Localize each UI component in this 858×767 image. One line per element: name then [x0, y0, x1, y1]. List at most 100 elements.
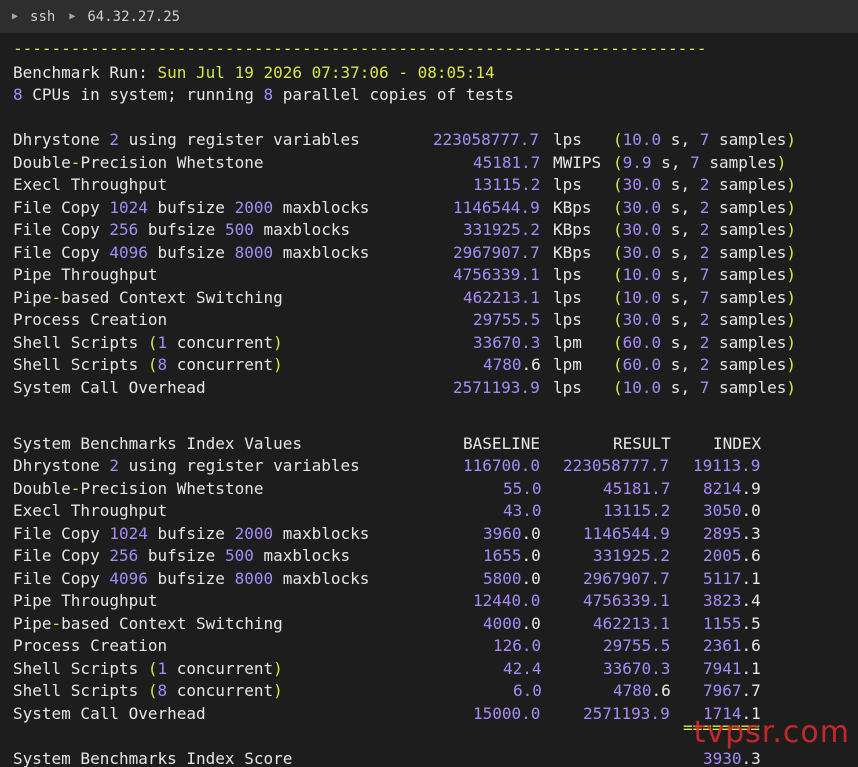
text-segment: 7967 — [703, 681, 742, 701]
text-segment: 2 — [699, 220, 710, 239]
text-segment: ( — [613, 197, 623, 217]
text-segment: 7 — [690, 152, 700, 172]
text-segment: ) — [273, 332, 283, 352]
text-segment: 13115.2 — [603, 501, 671, 521]
text-segment: 8 — [157, 355, 168, 374]
text-segment: concurrent — [167, 332, 274, 352]
index-result: 4756339.1 — [583, 590, 670, 612]
terminal-output[interactable]: ----------------------------------------… — [0, 33, 858, 767]
index-name: File Copy 256 bufsize 500 maxblocks — [13, 545, 350, 567]
text-segment: 462213.1 — [593, 613, 671, 633]
run-date: Sun Jul 19 2026 07:37:06 - 08:05:14 — [157, 63, 495, 82]
text-segment: 1155 — [703, 613, 742, 633]
index-baseline: 5800.0 — [483, 568, 541, 590]
test-name: File Copy 1024 bufsize 2000 maxblocks — [13, 197, 369, 219]
text-segment: samples — [709, 242, 787, 262]
text-segment: bufsize — [138, 546, 225, 566]
text-segment: 1024 — [109, 197, 148, 217]
text-segment: ( — [613, 220, 623, 239]
text-segment: 60.0 — [622, 355, 662, 374]
text-segment: MWIPS — [553, 152, 602, 172]
col-baseline: BASELINE — [463, 433, 541, 453]
text-segment: .0 — [521, 546, 541, 566]
index-value: 7967.7 — [703, 680, 761, 702]
text-segment: Shell Scripts — [13, 332, 148, 352]
index-name: Shell Scripts (8 concurrent) — [13, 680, 283, 702]
text-segment: samples — [709, 287, 787, 307]
text-segment: ) — [786, 355, 797, 374]
text-segment: 4756339.1 — [583, 591, 670, 611]
text-segment: maxblocks — [253, 220, 351, 239]
text-segment: 256 — [109, 220, 139, 239]
text-segment: 2 — [699, 197, 710, 217]
chevron-right-icon: ▶ — [69, 11, 76, 22]
text-segment: ) — [786, 220, 797, 239]
text-segment: .1 — [741, 658, 761, 678]
text-segment: Pipe Throughput — [13, 591, 158, 611]
text-segment: .5 — [741, 613, 761, 633]
text-segment: 1 — [157, 658, 168, 678]
test-value: 29755.5 — [473, 309, 540, 331]
text-segment: ) — [786, 242, 797, 262]
text-segment: 13115.2 — [473, 175, 541, 194]
index-value: 3050.0 — [703, 500, 761, 522]
text-segment: .4 — [741, 591, 761, 611]
test-name: Shell Scripts (1 concurrent) — [13, 332, 283, 354]
index-baseline: 43.0 — [503, 500, 542, 522]
text-segment: maxblocks — [253, 546, 351, 566]
text-segment: 2 — [699, 242, 710, 262]
text-segment: Precision Whetstone — [80, 152, 264, 172]
text-segment: Double — [13, 478, 71, 498]
text-segment: Pipe — [13, 287, 52, 307]
text-segment: 6.0 — [513, 681, 542, 701]
text-segment: 19113.9 — [693, 456, 761, 476]
text-segment: 126.0 — [493, 636, 542, 656]
text-segment: 223058777.7 — [433, 130, 539, 149]
index-name: Execl Throughput — [13, 500, 167, 522]
index-result: 13115.2 — [603, 500, 670, 522]
text-segment: lps — [553, 310, 582, 329]
breadcrumb-host[interactable]: 64.32.27.25 — [87, 9, 180, 25]
text-segment: 8 — [157, 681, 168, 701]
index-value: 2895.3 — [703, 523, 761, 545]
breadcrumb-ssh[interactable]: ssh — [30, 9, 55, 25]
text-segment: ( — [613, 355, 623, 374]
text-segment: s, — [661, 355, 700, 374]
text-segment: ) — [786, 377, 797, 397]
text-segment: 30.0 — [622, 197, 662, 217]
text-segment: samples — [709, 175, 787, 194]
text-segment: .7 — [741, 681, 761, 701]
test-value: 331925.2 — [463, 219, 540, 241]
test-unit: lps — [553, 377, 582, 399]
text-segment: samples — [699, 152, 777, 172]
text-segment: 3930 — [703, 748, 742, 767]
text-segment: KBps — [553, 220, 592, 239]
text-segment: samples — [709, 355, 787, 374]
text-segment: 30.0 — [622, 175, 662, 194]
index-result: 4780.6 — [613, 680, 671, 702]
test-params: (60.0 s, 2 samples) — [613, 332, 796, 354]
text-segment: ) — [273, 355, 283, 374]
index-result: 29755.5 — [603, 635, 670, 657]
text-segment: s, — [661, 265, 700, 284]
index-result: 45181.7 — [603, 478, 670, 500]
text-segment: 500 — [224, 220, 254, 239]
index-name: Dhrystone 2 using register variables — [13, 455, 360, 477]
text-segment: 3960 — [483, 523, 522, 543]
index-name: File Copy 1024 bufsize 2000 maxblocks — [13, 523, 369, 545]
text-segment: ) — [786, 332, 797, 352]
text-segment: 45181.7 — [473, 152, 541, 172]
test-params: (9.9 s, 7 samples) — [613, 152, 786, 174]
text-segment: ( — [613, 242, 623, 262]
index-baseline: 15000.0 — [473, 703, 540, 725]
text-segment: s, — [661, 197, 700, 217]
text-segment: 331925.2 — [593, 546, 671, 566]
text-segment: 2 — [109, 456, 119, 476]
cpus-line: 8 CPUs in system; running 8 parallel cop… — [13, 84, 514, 106]
test-params: (30.0 s, 2 samples) — [613, 242, 796, 264]
text-segment: 1024 — [109, 523, 148, 543]
test-value: 4780.6 — [483, 354, 541, 376]
text-segment: - — [51, 287, 62, 307]
text-segment: ( — [613, 175, 623, 194]
text-segment: .3 — [741, 523, 761, 543]
